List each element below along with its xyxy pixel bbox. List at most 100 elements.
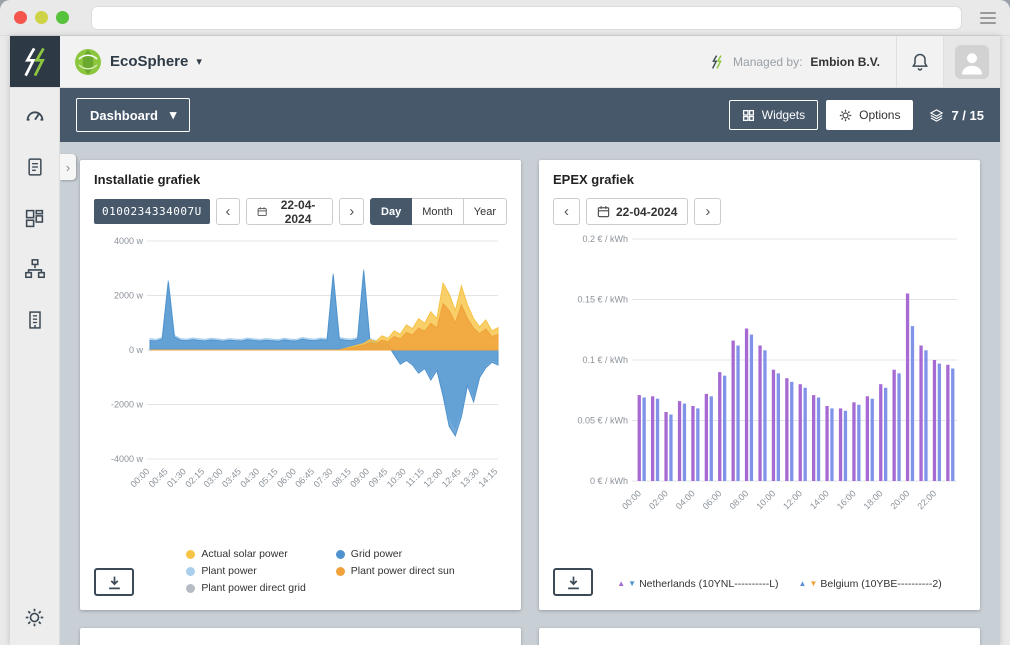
managed-by-value: Embion B.V. <box>810 55 880 69</box>
legend-dot <box>186 567 195 576</box>
chevron-down-icon: ▾ <box>170 107 177 123</box>
svg-text:13:30: 13:30 <box>458 466 481 489</box>
widgets-grid-icon <box>24 208 45 229</box>
prev-date-button[interactable]: ‹ <box>553 198 580 225</box>
embion-mini-logo-icon <box>709 52 725 72</box>
download-icon <box>107 575 122 590</box>
date-picker-button[interactable]: 22-04-2024 <box>246 198 333 225</box>
sidebar-item-dashboard[interactable] <box>23 104 47 128</box>
device-id-badge: 0100234334007U <box>94 199 210 224</box>
brand-dropdown[interactable]: EcoSphere ▾ <box>60 36 216 87</box>
epex-legend: ▲▼Netherlands (10YNL----------L)▲▼Belgiu… <box>617 578 941 596</box>
svg-text:14:00: 14:00 <box>808 488 831 511</box>
installatie-controls: 0100234334007U ‹ 22-04-2024 <box>94 198 507 225</box>
widgets-button[interactable]: Widgets <box>729 100 818 130</box>
legend-dot <box>186 584 195 593</box>
notifications-button[interactable] <box>897 36 943 87</box>
epex-chart: 0.2 € / kWh0.15 € / kWh0.1 € / kWh0.05 €… <box>553 231 966 531</box>
minimize-window-button[interactable] <box>35 11 48 24</box>
range-month-button[interactable]: Month <box>412 198 464 225</box>
svg-text:18:00: 18:00 <box>862 488 885 511</box>
svg-text:00:00: 00:00 <box>128 466 151 489</box>
svg-text:07:30: 07:30 <box>312 466 335 489</box>
sidebar-item-settings[interactable] <box>23 605 47 629</box>
sidebar-item-widgets[interactable] <box>23 206 47 230</box>
svg-text:04:30: 04:30 <box>238 466 261 489</box>
user-menu[interactable] <box>944 36 1000 87</box>
svg-text:12:00: 12:00 <box>781 488 804 511</box>
card-title: Installatie grafiek <box>94 172 507 187</box>
svg-text:11:15: 11:15 <box>404 466 427 489</box>
date-value: 22-04-2024 <box>616 205 677 219</box>
svg-text:01:30: 01:30 <box>165 466 188 489</box>
legend-label: Plant power direct sun <box>351 565 455 577</box>
sidebar <box>10 88 60 645</box>
address-bar[interactable] <box>91 6 962 30</box>
legend-dot <box>336 550 345 559</box>
options-button[interactable]: Options <box>826 100 913 130</box>
svg-text:06:45: 06:45 <box>293 466 316 489</box>
range-year-button[interactable]: Year <box>464 198 507 225</box>
dashboard-toolbar: Dashboard ▾ Widgets <box>60 88 1000 142</box>
legend-dot <box>336 567 345 576</box>
svg-text:10:30: 10:30 <box>385 466 408 489</box>
download-button[interactable] <box>553 568 593 596</box>
sidebar-item-buildings[interactable] <box>23 308 47 332</box>
svg-text:14:15: 14:15 <box>476 466 499 489</box>
browser-menu-icon[interactable] <box>980 12 996 24</box>
svg-text:0.05 € / kWh: 0.05 € / kWh <box>577 416 628 426</box>
prev-date-button[interactable]: ‹ <box>216 198 241 225</box>
browser-window: EcoSphere ▾ Managed by: Embion B.V. <box>0 0 1010 645</box>
svg-text:03:00: 03:00 <box>202 466 225 489</box>
embion-logo <box>10 36 60 87</box>
layers-icon <box>929 108 944 123</box>
header-right: Managed by: Embion B.V. <box>693 36 1000 87</box>
app-header: EcoSphere ▾ Managed by: Embion B.V. <box>10 36 1000 88</box>
sidebar-expander[interactable]: › <box>60 154 76 180</box>
triangle-up-icon: ▲ <box>617 580 625 588</box>
managed-by: Managed by: Embion B.V. <box>693 36 896 87</box>
svg-text:08:00: 08:00 <box>727 488 750 511</box>
svg-text:0 w: 0 w <box>129 345 144 355</box>
next-date-button[interactable]: › <box>339 198 364 225</box>
epex-footer: ▲▼Netherlands (10YNL----------L)▲▼Belgiu… <box>553 568 966 598</box>
legend-item: Actual solar power <box>186 548 305 560</box>
close-window-button[interactable] <box>14 11 27 24</box>
range-day-button[interactable]: Day <box>370 198 412 225</box>
installatie-grafiek-card: Installatie grafiek 0100234334007U ‹ <box>80 160 521 610</box>
next-date-button[interactable]: › <box>694 198 721 225</box>
zoom-window-button[interactable] <box>56 11 69 24</box>
svg-text:00:00: 00:00 <box>620 488 643 511</box>
epex-grafiek-card: EPEX grafiek ‹ <box>539 160 980 610</box>
svg-text:10:00: 10:00 <box>754 488 777 511</box>
svg-text:04:00: 04:00 <box>674 488 697 511</box>
widgets-icon <box>742 109 755 122</box>
svg-text:-4000 w: -4000 w <box>111 454 144 464</box>
dashboard-content: › Installatie grafiek 0100234334007U ‹ <box>60 142 1000 645</box>
svg-text:20:00: 20:00 <box>888 488 911 511</box>
date-value: 22-04-2024 <box>274 198 323 226</box>
legend-item: Plant power direct grid <box>186 582 305 594</box>
range-toggle: Day Month Year <box>370 198 507 225</box>
card-title: EPEX grafiek <box>553 172 966 187</box>
epex-controls: ‹ 22-04-2024 <box>553 198 966 225</box>
brand-name: EcoSphere <box>110 53 188 70</box>
installatie-footer: Actual solar powerPlant powerPlant power… <box>94 548 507 598</box>
sidebar-item-topology[interactable] <box>23 257 47 281</box>
triangle-down-icon: ▼ <box>809 580 817 588</box>
legend-label: Actual solar power <box>201 548 287 560</box>
gear-icon <box>839 109 852 122</box>
avatar <box>955 45 989 79</box>
svg-text:2000 w: 2000 w <box>114 291 144 301</box>
embion-logo-icon <box>18 43 52 81</box>
legend-item: Plant power direct sun <box>336 565 455 577</box>
widget-counter: 7 / 15 <box>929 108 984 123</box>
dashboard-selector[interactable]: Dashboard ▾ <box>76 98 190 132</box>
download-button[interactable] <box>94 568 134 596</box>
sidebar-item-reports[interactable] <box>23 155 47 179</box>
svg-text:09:45: 09:45 <box>367 466 390 489</box>
date-picker-button[interactable]: 22-04-2024 <box>586 198 688 225</box>
sitemap-icon <box>24 258 46 280</box>
legend-item: Grid power <box>336 548 455 560</box>
legend-dot <box>186 550 195 559</box>
